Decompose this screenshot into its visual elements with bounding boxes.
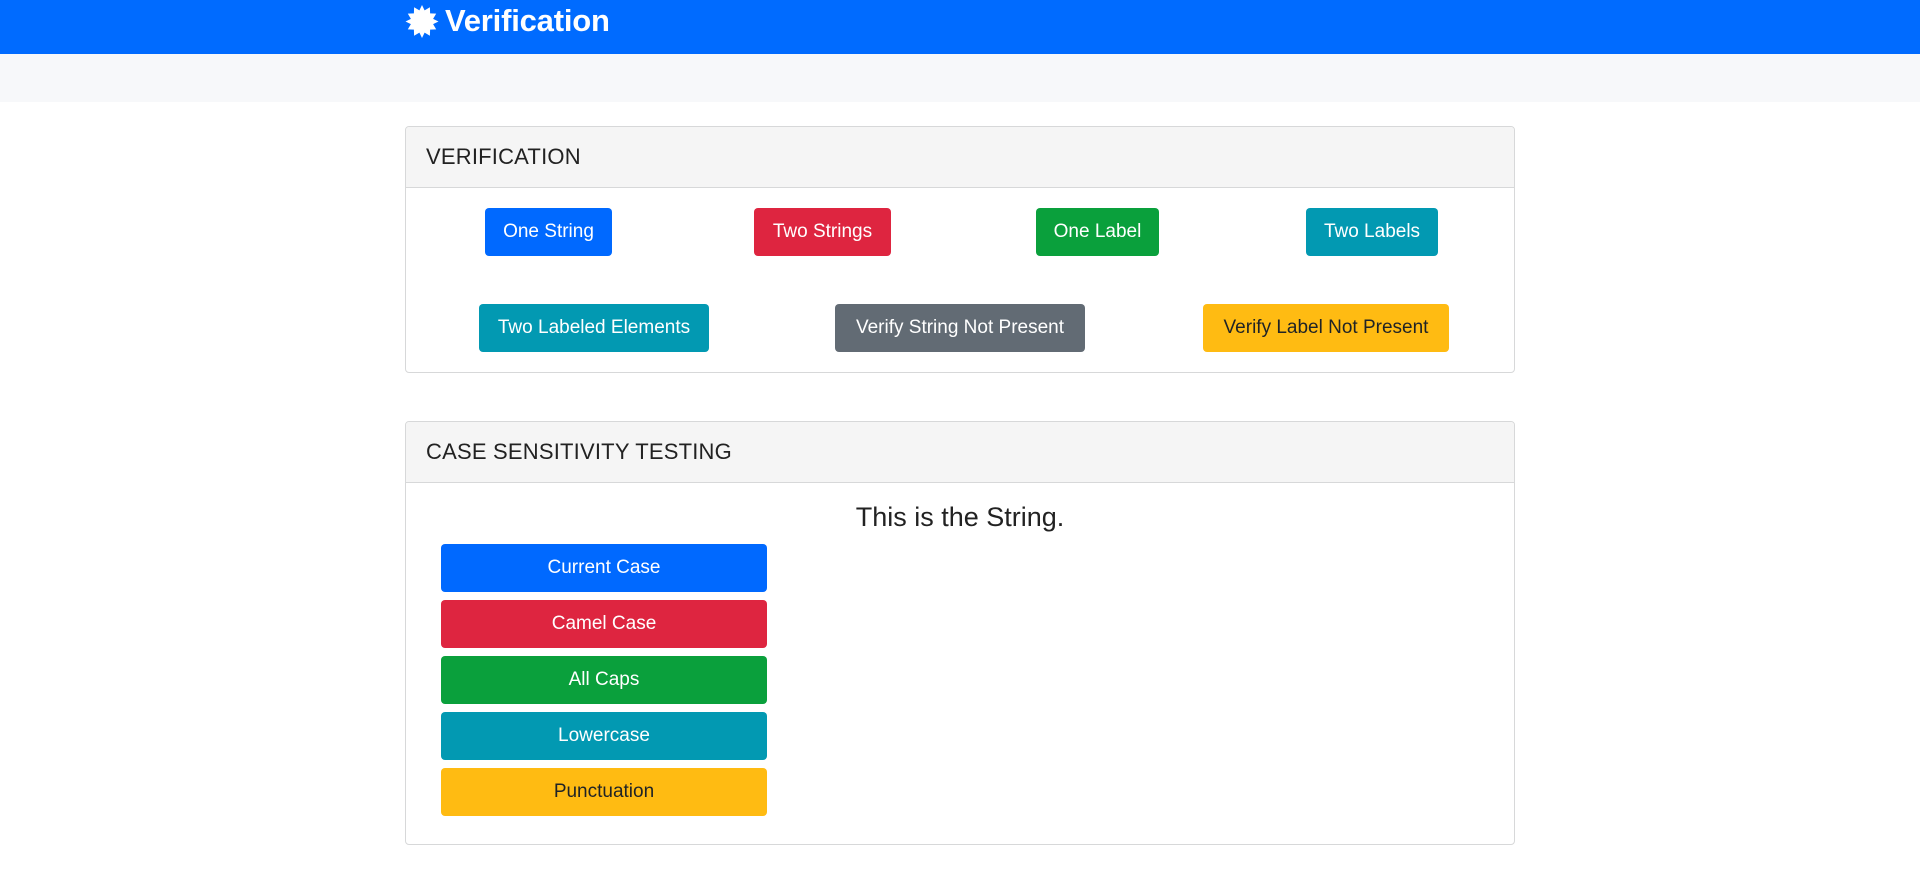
- secondary-bar: [0, 54, 1920, 102]
- verification-card-header: VERIFICATION: [406, 127, 1514, 188]
- current-case-button[interactable]: Current Case: [441, 544, 767, 592]
- two-labeled-elements-button[interactable]: Two Labeled Elements: [479, 304, 709, 352]
- case-sensitivity-card-header: CASE SENSITIVITY TESTING: [406, 422, 1514, 483]
- two-strings-button[interactable]: Two Strings: [754, 208, 891, 256]
- all-caps-button[interactable]: All Caps: [441, 656, 767, 704]
- camel-case-button[interactable]: Camel Case: [441, 600, 767, 648]
- one-string-button[interactable]: One String: [485, 208, 612, 256]
- one-label-button[interactable]: One Label: [1036, 208, 1159, 256]
- case-display-string: This is the String.: [855, 502, 1065, 532]
- verify-label-not-present-button[interactable]: Verify Label Not Present: [1203, 304, 1449, 352]
- app-title: Verification: [445, 3, 610, 38]
- brand[interactable]: Verification: [405, 2, 610, 40]
- lowercase-button[interactable]: Lowercase: [441, 712, 767, 760]
- case-sensitivity-card-title: CASE SENSITIVITY TESTING: [426, 439, 732, 464]
- top-navbar: Verification: [0, 0, 1920, 54]
- verification-card-title: VERIFICATION: [426, 144, 581, 169]
- verify-string-not-present-button[interactable]: Verify String Not Present: [835, 304, 1085, 352]
- settings-badge-icon: [405, 4, 439, 38]
- punctuation-button[interactable]: Punctuation: [441, 768, 767, 816]
- two-labels-button[interactable]: Two Labels: [1306, 208, 1438, 256]
